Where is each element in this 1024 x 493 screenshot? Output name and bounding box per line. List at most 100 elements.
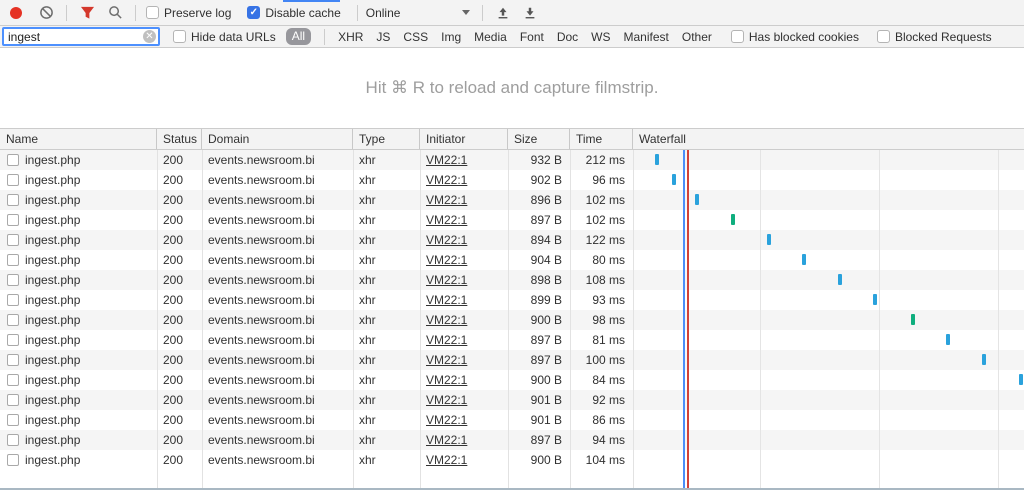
initiator-link[interactable]: VM22:1: [426, 413, 467, 427]
type-filter-doc[interactable]: Doc: [557, 30, 578, 44]
throttling-dropdown[interactable]: Online: [366, 6, 470, 20]
request-name-cell[interactable]: ingest.php: [0, 170, 157, 190]
request-status: 200: [157, 290, 202, 310]
table-row[interactable]: ingest.php200events.newsroom.bixhrVM22:1…: [0, 310, 1024, 330]
type-filter-img[interactable]: Img: [441, 30, 461, 44]
waterfall-cell: [633, 250, 1024, 270]
request-name-cell[interactable]: ingest.php: [0, 350, 157, 370]
request-name-cell[interactable]: ingest.php: [0, 430, 157, 450]
table-row[interactable]: ingest.php200events.newsroom.bixhrVM22:1…: [0, 250, 1024, 270]
import-har-button[interactable]: [491, 2, 515, 24]
initiator-link[interactable]: VM22:1: [426, 353, 467, 367]
clear-filter-icon[interactable]: ✕: [143, 30, 156, 43]
initiator-link[interactable]: VM22:1: [426, 313, 467, 327]
blocked-requests-checkbox[interactable]: Blocked Requests: [877, 30, 992, 44]
type-filter-xhr[interactable]: XHR: [338, 30, 363, 44]
initiator-link[interactable]: VM22:1: [426, 333, 467, 347]
column-header-domain[interactable]: Domain: [202, 129, 353, 149]
table-row[interactable]: ingest.php200events.newsroom.bixhrVM22:1…: [0, 430, 1024, 450]
table-row[interactable]: ingest.php200events.newsroom.bixhrVM22:1…: [0, 230, 1024, 250]
request-name-cell[interactable]: ingest.php: [0, 450, 157, 470]
disable-cache-checkbox[interactable]: ✓ Disable cache: [247, 6, 340, 20]
table-row[interactable]: ingest.php200events.newsroom.bixhrVM22:1…: [0, 270, 1024, 290]
request-time: 92 ms: [570, 390, 633, 410]
toolbar-separator: [135, 5, 136, 21]
type-filter-other[interactable]: Other: [682, 30, 712, 44]
request-domain: events.newsroom.bi: [202, 250, 353, 270]
request-name-cell[interactable]: ingest.php: [0, 330, 157, 350]
toolbar-separator: [357, 5, 358, 21]
initiator-link[interactable]: VM22:1: [426, 213, 467, 227]
initiator-link[interactable]: VM22:1: [426, 393, 467, 407]
file-icon: [7, 294, 19, 306]
search-button[interactable]: [103, 2, 127, 24]
table-row[interactable]: ingest.php200events.newsroom.bixhrVM22:1…: [0, 390, 1024, 410]
table-row[interactable]: ingest.php200events.newsroom.bixhrVM22:1…: [0, 370, 1024, 390]
request-name-cell[interactable]: ingest.php: [0, 390, 157, 410]
initiator-link[interactable]: VM22:1: [426, 233, 467, 247]
column-header-size[interactable]: Size: [508, 129, 570, 149]
table-row[interactable]: ingest.php200events.newsroom.bixhrVM22:1…: [0, 190, 1024, 210]
initiator-link[interactable]: VM22:1: [426, 433, 467, 447]
initiator-link[interactable]: VM22:1: [426, 453, 467, 467]
request-status: 200: [157, 450, 202, 470]
request-name-cell[interactable]: ingest.php: [0, 230, 157, 250]
hide-data-urls-checkbox[interactable]: Hide data URLs: [173, 30, 276, 44]
type-filter-media[interactable]: Media: [474, 30, 507, 44]
type-filter-ws[interactable]: WS: [591, 30, 610, 44]
request-name-cell[interactable]: ingest.php: [0, 210, 157, 230]
export-har-button[interactable]: [518, 2, 542, 24]
column-header-time[interactable]: Time: [570, 129, 633, 149]
table-row[interactable]: ingest.php200events.newsroom.bixhrVM22:1…: [0, 210, 1024, 230]
table-row[interactable]: ingest.php200events.newsroom.bixhrVM22:1…: [0, 410, 1024, 430]
request-name-cell[interactable]: ingest.php: [0, 190, 157, 210]
file-icon: [7, 214, 19, 226]
type-filter-all[interactable]: All: [286, 28, 311, 45]
reload-hint-message: Hit ⌘ R to reload and capture filmstrip.: [0, 78, 1024, 98]
waterfall-bar: [982, 354, 986, 365]
request-name-cell[interactable]: ingest.php: [0, 270, 157, 290]
initiator-link[interactable]: VM22:1: [426, 373, 467, 387]
type-filter-js[interactable]: JS: [376, 30, 390, 44]
file-icon: [7, 354, 19, 366]
preserve-log-checkbox[interactable]: Preserve log: [146, 6, 231, 20]
request-size: 899 B: [508, 290, 570, 310]
column-header-status[interactable]: Status: [157, 129, 202, 149]
table-row[interactable]: ingest.php200events.newsroom.bixhrVM22:1…: [0, 290, 1024, 310]
request-size: 898 B: [508, 270, 570, 290]
type-filter-css[interactable]: CSS: [403, 30, 428, 44]
column-header-waterfall[interactable]: Waterfall: [633, 129, 1024, 149]
table-row[interactable]: ingest.php200events.newsroom.bixhrVM22:1…: [0, 450, 1024, 470]
column-header-type[interactable]: Type: [353, 129, 420, 149]
filter-input[interactable]: [2, 27, 160, 46]
waterfall-cell: [633, 230, 1024, 250]
file-icon: [7, 194, 19, 206]
filter-button[interactable]: [75, 2, 99, 24]
column-header-initiator[interactable]: Initiator: [420, 129, 508, 149]
initiator-link[interactable]: VM22:1: [426, 173, 467, 187]
type-filter-font[interactable]: Font: [520, 30, 544, 44]
initiator-link[interactable]: VM22:1: [426, 253, 467, 267]
has-blocked-cookies-checkbox[interactable]: Has blocked cookies: [731, 30, 859, 44]
clear-button[interactable]: [34, 2, 58, 24]
request-name-cell[interactable]: ingest.php: [0, 250, 157, 270]
column-header-name[interactable]: Name: [0, 129, 157, 149]
request-name-cell[interactable]: ingest.php: [0, 150, 157, 170]
type-filter-manifest[interactable]: Manifest: [624, 30, 669, 44]
initiator-link[interactable]: VM22:1: [426, 273, 467, 287]
initiator-link[interactable]: VM22:1: [426, 193, 467, 207]
table-row[interactable]: ingest.php200events.newsroom.bixhrVM22:1…: [0, 350, 1024, 370]
table-row[interactable]: ingest.php200events.newsroom.bixhrVM22:1…: [0, 170, 1024, 190]
request-name-cell[interactable]: ingest.php: [0, 310, 157, 330]
initiator-link[interactable]: VM22:1: [426, 153, 467, 167]
table-row[interactable]: ingest.php200events.newsroom.bixhrVM22:1…: [0, 330, 1024, 350]
request-name-cell[interactable]: ingest.php: [0, 370, 157, 390]
request-name-cell[interactable]: ingest.php: [0, 290, 157, 310]
waterfall-bar: [838, 274, 842, 285]
request-domain: events.newsroom.bi: [202, 410, 353, 430]
request-name-cell[interactable]: ingest.php: [0, 410, 157, 430]
table-row[interactable]: ingest.php200events.newsroom.bixhrVM22:1…: [0, 150, 1024, 170]
initiator-link[interactable]: VM22:1: [426, 293, 467, 307]
record-button[interactable]: [4, 2, 28, 24]
waterfall-cell: [633, 310, 1024, 330]
